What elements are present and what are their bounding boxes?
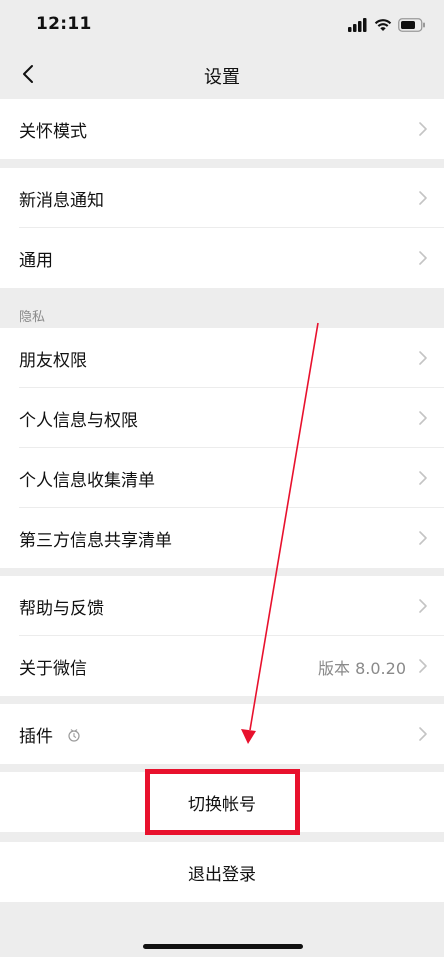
- chevron-right-icon: [419, 122, 427, 136]
- signal-icon: [348, 18, 367, 32]
- chevron-right-icon: [419, 727, 427, 741]
- status-icons: [348, 16, 426, 34]
- home-indicator: [143, 944, 303, 949]
- chevron-right-icon: [419, 599, 427, 613]
- settings-item-label: 通用: [19, 251, 53, 271]
- log-out-label: 退出登录: [188, 864, 256, 885]
- nav-bar: 设置: [0, 52, 444, 98]
- page-title: 设置: [204, 67, 240, 88]
- settings-item-personal-info-collection[interactable]: 个人信息收集清单: [0, 448, 444, 508]
- settings-item-third-party-sharing[interactable]: 第三方信息共享清单: [0, 508, 444, 568]
- battery-icon: [398, 18, 425, 32]
- settings-item-about-wechat[interactable]: 关于微信 版本 8.0.20: [0, 636, 444, 696]
- settings-item-care-mode[interactable]: 关怀模式: [0, 99, 444, 159]
- settings-item-help-feedback[interactable]: 帮助与反馈: [0, 576, 444, 636]
- settings-item-label: 朋友权限: [19, 351, 87, 371]
- plugin-icon: [68, 728, 80, 742]
- chevron-right-icon: [419, 471, 427, 485]
- settings-item-label: 新消息通知: [19, 191, 104, 211]
- settings-item-general[interactable]: 通用: [0, 228, 444, 288]
- highlight-annotation-box: [145, 769, 300, 835]
- settings-item-label: 个人信息收集清单: [19, 471, 155, 491]
- settings-item-label: 插件: [19, 727, 53, 747]
- version-value: 版本 8.0.20: [318, 659, 406, 678]
- log-out-button[interactable]: 退出登录: [0, 842, 444, 902]
- chevron-right-icon: [419, 251, 427, 265]
- chevron-right-icon: [419, 411, 427, 425]
- settings-item-label: 关怀模式: [19, 122, 87, 142]
- settings-item-label: 关于微信: [19, 659, 87, 679]
- chevron-right-icon: [419, 351, 427, 365]
- settings-item-new-message-notification[interactable]: 新消息通知: [0, 168, 444, 228]
- settings-item-label-wrap: 插件: [19, 722, 81, 747]
- settings-item-label: 帮助与反馈: [19, 599, 104, 619]
- chevron-right-icon: [419, 531, 427, 545]
- status-time: 12:11: [36, 14, 92, 34]
- status-bar: 12:11: [0, 0, 444, 52]
- chevron-right-icon: [419, 191, 427, 205]
- wifi-icon: [374, 19, 392, 31]
- settings-item-plugins[interactable]: 插件: [0, 704, 444, 764]
- settings-item-friend-permissions[interactable]: 朋友权限: [0, 328, 444, 388]
- settings-item-personal-info-permissions[interactable]: 个人信息与权限: [0, 388, 444, 448]
- section-header-privacy: 隐私: [19, 310, 46, 325]
- settings-item-label: 个人信息与权限: [19, 411, 138, 431]
- chevron-right-icon: [419, 659, 427, 673]
- settings-item-label: 第三方信息共享清单: [19, 531, 172, 551]
